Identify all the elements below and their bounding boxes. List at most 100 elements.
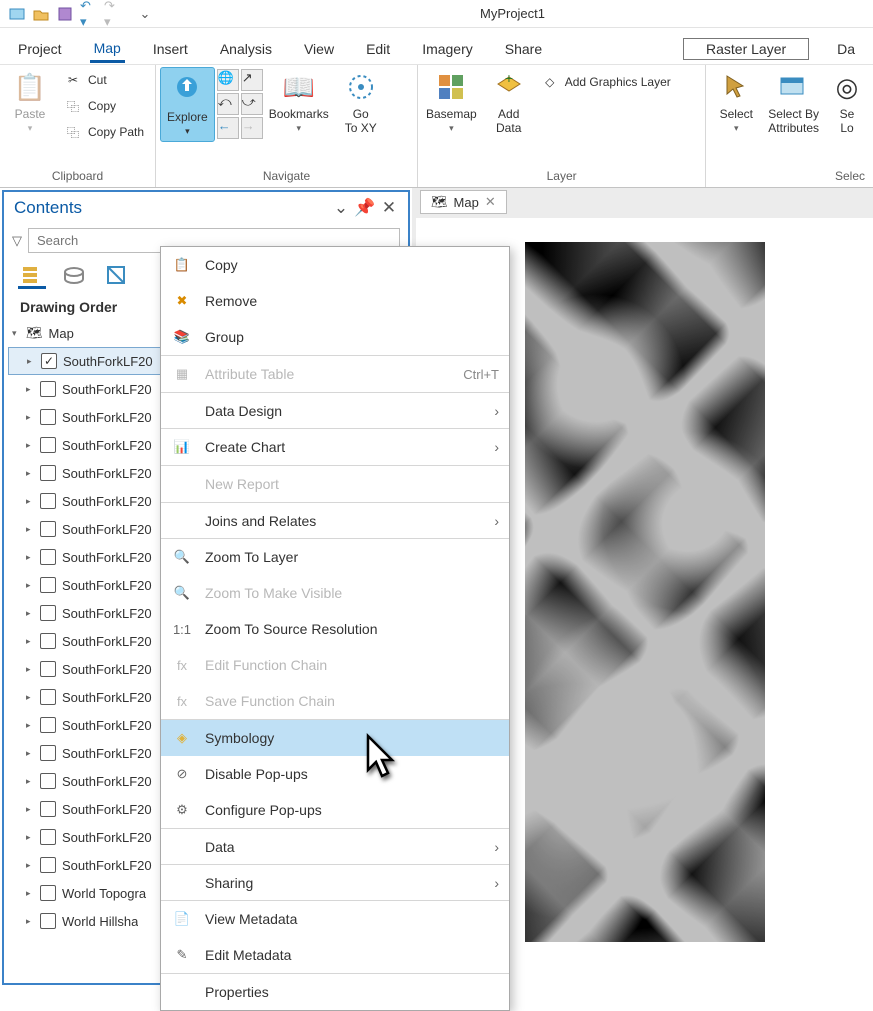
panel-menu-icon[interactable]: ⌄: [332, 199, 350, 217]
tab-analysis[interactable]: Analysis: [216, 37, 276, 61]
layer-checkbox[interactable]: [40, 913, 56, 929]
select-by-location-button[interactable]: ◎ Se Lo: [825, 67, 869, 137]
list-by-drawing-order-icon[interactable]: [18, 261, 46, 289]
layer-checkbox[interactable]: [40, 605, 56, 621]
expand-icon[interactable]: ▸: [26, 384, 38, 395]
expand-icon[interactable]: ▸: [26, 776, 38, 787]
expand-icon[interactable]: ▸: [26, 692, 38, 703]
layer-checkbox[interactable]: [40, 521, 56, 537]
cut-button[interactable]: ✂Cut: [60, 69, 148, 91]
expand-icon[interactable]: ▸: [26, 888, 38, 899]
panel-close-icon[interactable]: ✕: [380, 199, 398, 217]
context-tab-raster-layer[interactable]: Raster Layer: [683, 38, 809, 60]
layer-checkbox[interactable]: [40, 549, 56, 565]
expand-icon[interactable]: ▸: [26, 440, 38, 451]
layer-checkbox[interactable]: [40, 717, 56, 733]
expand-icon[interactable]: ▾: [12, 328, 24, 339]
layer-checkbox[interactable]: [40, 745, 56, 761]
layer-checkbox[interactable]: [40, 801, 56, 817]
tab-share[interactable]: Share: [501, 37, 546, 61]
layer-checkbox[interactable]: [40, 437, 56, 453]
context-tab-data[interactable]: Da: [833, 37, 859, 61]
ctx-data-design[interactable]: Data Design›: [161, 392, 509, 428]
fixed-zoom-in-icon[interactable]: ↗: [241, 69, 263, 91]
explore-button[interactable]: Explore ▾: [160, 67, 215, 142]
copy-path-button[interactable]: ⿻Copy Path: [60, 121, 148, 143]
ctx-joins-and-relates[interactable]: Joins and Relates›: [161, 502, 509, 538]
ctx-disable-pop-ups[interactable]: ⊘Disable Pop-ups: [161, 756, 509, 792]
expand-icon[interactable]: ▸: [26, 412, 38, 423]
full-extent-icon[interactable]: 🌐: [217, 69, 239, 91]
open-project-icon[interactable]: [32, 5, 50, 23]
layer-checkbox[interactable]: [40, 465, 56, 481]
redo-icon[interactable]: ↷ ▾: [104, 5, 122, 23]
tab-project[interactable]: Project: [14, 37, 66, 61]
ctx-symbology[interactable]: ◈Symbology: [161, 720, 509, 756]
layer-checkbox[interactable]: [40, 661, 56, 677]
expand-icon[interactable]: ▸: [27, 356, 39, 367]
tab-view[interactable]: View: [300, 37, 338, 61]
expand-icon[interactable]: ▸: [26, 664, 38, 675]
close-tab-icon[interactable]: ✕: [485, 194, 496, 210]
prev-extent-icon[interactable]: ⤺: [217, 93, 239, 115]
next-extent-icon[interactable]: ⤻: [241, 93, 263, 115]
add-data-button[interactable]: + Add Data: [483, 67, 535, 137]
expand-icon[interactable]: ▸: [26, 916, 38, 927]
expand-icon[interactable]: ▸: [26, 552, 38, 563]
ctx-configure-pop-ups[interactable]: ⚙Configure Pop-ups: [161, 792, 509, 828]
ctx-copy[interactable]: 📋Copy: [161, 247, 509, 283]
expand-icon[interactable]: ▸: [26, 804, 38, 815]
select-button[interactable]: Select ▾: [710, 67, 762, 136]
list-by-selection-icon[interactable]: [102, 261, 130, 289]
goto-xy-button[interactable]: Go To XY: [335, 67, 387, 137]
expand-icon[interactable]: ▸: [26, 832, 38, 843]
expand-icon[interactable]: ▸: [26, 524, 38, 535]
ctx-zoom-to-source-resolution[interactable]: 1:1Zoom To Source Resolution: [161, 611, 509, 647]
expand-icon[interactable]: ▸: [26, 580, 38, 591]
bookmarks-button[interactable]: 📖 Bookmarks ▾: [265, 67, 333, 136]
layer-checkbox[interactable]: [40, 381, 56, 397]
map-view-tab[interactable]: 🗺 Map ✕: [420, 190, 507, 214]
new-project-icon[interactable]: [8, 5, 26, 23]
ctx-create-chart[interactable]: 📊Create Chart›: [161, 429, 509, 465]
copy-button[interactable]: ⿻Copy: [60, 95, 148, 117]
list-by-source-icon[interactable]: [60, 261, 88, 289]
ctx-data[interactable]: Data›: [161, 828, 509, 864]
back-icon[interactable]: ←: [217, 117, 239, 139]
layer-checkbox[interactable]: [40, 633, 56, 649]
ctx-sharing[interactable]: Sharing›: [161, 864, 509, 900]
add-graphics-layer-button[interactable]: ◇ Add Graphics Layer: [537, 67, 675, 93]
ctx-group[interactable]: 📚Group: [161, 319, 509, 355]
ctx-view-metadata[interactable]: 📄View Metadata: [161, 901, 509, 937]
layer-checkbox[interactable]: [40, 577, 56, 593]
undo-icon[interactable]: ↶ ▾: [80, 5, 98, 23]
layer-checkbox[interactable]: ✓: [41, 353, 57, 369]
expand-icon[interactable]: ▸: [26, 860, 38, 871]
basemap-button[interactable]: Basemap ▾: [422, 67, 481, 136]
paste-button[interactable]: 📋 Paste ▾: [4, 67, 56, 136]
expand-icon[interactable]: ▸: [26, 468, 38, 479]
expand-icon[interactable]: ▸: [26, 496, 38, 507]
layer-checkbox[interactable]: [40, 885, 56, 901]
layer-checkbox[interactable]: [40, 829, 56, 845]
layer-checkbox[interactable]: [40, 773, 56, 789]
select-by-attributes-button[interactable]: Select By Attributes: [764, 67, 823, 137]
forward-icon[interactable]: →: [241, 117, 263, 139]
tab-imagery[interactable]: Imagery: [418, 37, 477, 61]
qat-dropdown-icon[interactable]: ⌄: [136, 5, 154, 23]
expand-icon[interactable]: ▸: [26, 608, 38, 619]
filter-icon[interactable]: ▽: [12, 233, 22, 249]
layer-checkbox[interactable]: [40, 857, 56, 873]
expand-icon[interactable]: ▸: [26, 720, 38, 731]
layer-checkbox[interactable]: [40, 689, 56, 705]
layer-checkbox[interactable]: [40, 493, 56, 509]
tab-map[interactable]: Map: [90, 36, 125, 63]
panel-pin-icon[interactable]: 📌: [356, 199, 374, 217]
ctx-edit-metadata[interactable]: ✎Edit Metadata: [161, 937, 509, 973]
tab-insert[interactable]: Insert: [149, 37, 192, 61]
ctx-zoom-to-layer[interactable]: 🔍Zoom To Layer: [161, 539, 509, 575]
ctx-remove[interactable]: ✖Remove: [161, 283, 509, 319]
expand-icon[interactable]: ▸: [26, 636, 38, 647]
save-icon[interactable]: [56, 5, 74, 23]
layer-checkbox[interactable]: [40, 409, 56, 425]
